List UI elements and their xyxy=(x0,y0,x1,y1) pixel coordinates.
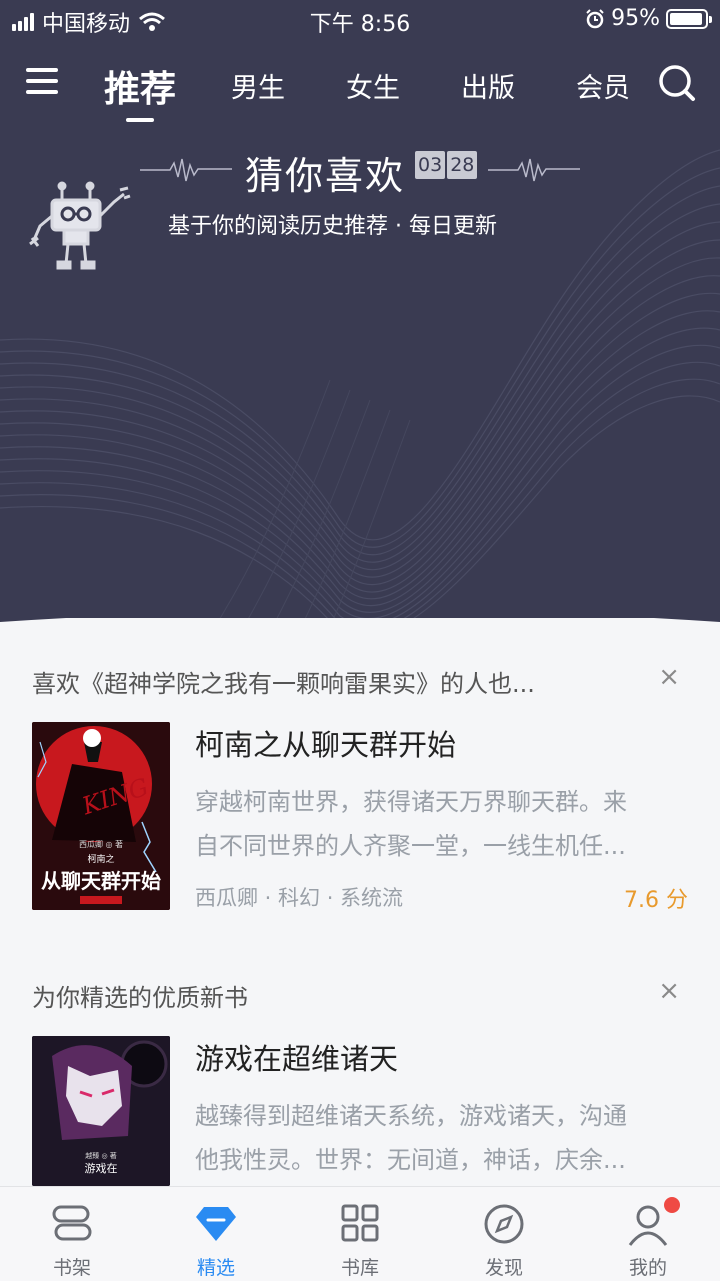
bottom-tab-bar: 书架 精选 书库 发现 我的 xyxy=(0,1186,720,1281)
guess-title: 猜你喜欢 xyxy=(245,154,406,198)
section-header: 喜欢《超神学院之我有一颗响雷果实》的人也... xyxy=(32,670,535,698)
book-description: 穿越柯南世界，获得诸天万界聊天群。来 自不同世界的人齐聚一堂，一线生机任... xyxy=(195,780,695,868)
guess-subtitle: 基于你的阅读历史推荐 · 每日更新 xyxy=(168,214,497,239)
date-month: 03 xyxy=(415,151,446,179)
book-title[interactable]: 柯南之从聊天群开始 xyxy=(195,722,456,764)
robot-mascot-icon xyxy=(29,181,131,270)
book-meta: 西瓜卿 · 科幻 · 系统流 xyxy=(195,886,404,910)
close-icon[interactable]: × xyxy=(658,976,680,1006)
svg-text:游戏在: 游戏在 xyxy=(85,1162,118,1175)
tab-publish[interactable]: 出版 xyxy=(461,66,515,105)
recommend-list: 喜欢《超神学院之我有一颗响雷果实》的人也... × KING 西瓜卿 ◎ 著 柯… xyxy=(0,618,720,1188)
person-icon xyxy=(628,1205,668,1246)
tab-me[interactable]: 我的 xyxy=(576,1187,720,1281)
cover-art-game: 越臻 ◎ 著 游戏在 xyxy=(32,1036,170,1186)
tab-label: 书架 xyxy=(52,1257,91,1279)
svg-text:柯南之: 柯南之 xyxy=(87,853,114,865)
svg-text:西瓜卿 ◎ 著: 西瓜卿 ◎ 著 xyxy=(79,839,123,849)
notification-badge xyxy=(664,1197,680,1213)
cover-art-kenan: KING 西瓜卿 ◎ 著 柯南之 从聊天群开始 xyxy=(32,722,170,910)
book-cover[interactable]: 越臻 ◎ 著 游戏在 xyxy=(32,1036,170,1186)
bookshelf-icon xyxy=(52,1205,92,1241)
tab-label: 发现 xyxy=(484,1257,523,1279)
compass-icon xyxy=(484,1204,524,1244)
status-bar: 中国移动 下午 8:56 95% xyxy=(0,0,720,40)
soundwave-right-icon xyxy=(488,158,580,182)
desc-line: 穿越柯南世界，获得诸天万界聊天群。来 xyxy=(195,788,627,816)
date-badge: 03 28 xyxy=(415,151,478,179)
desc-line: 越臻得到超维诸天系统，游戏诸天，沟通 xyxy=(195,1102,627,1130)
battery-icon xyxy=(666,8,712,29)
battery-percent: 95% xyxy=(611,6,660,31)
tab-female[interactable]: 女生 xyxy=(346,66,400,105)
diamond-icon xyxy=(196,1207,236,1241)
svg-text:从聊天群开始: 从聊天群开始 xyxy=(41,869,161,893)
book-score: 7.6 分 xyxy=(624,888,688,913)
top-nav: 推荐 男生 女生 出版 会员 xyxy=(0,52,720,112)
tab-label: 书库 xyxy=(340,1257,379,1279)
book-description: 越臻得到超维诸天系统，游戏诸天，沟通 他我性灵。世界：无间道，神话，庆余... xyxy=(195,1094,695,1182)
section-header: 为你精选的优质新书 xyxy=(32,984,248,1012)
desc-line: 自不同世界的人齐聚一堂，一线生机任... xyxy=(195,832,626,860)
hero-banner: 中国移动 下午 8:56 95% 推荐 男生 女生 出版 会员 猜你喜欢 03 … xyxy=(0,0,720,650)
tab-label: 我的 xyxy=(628,1257,667,1279)
tab-recommend[interactable]: 推荐 xyxy=(104,60,176,112)
search-icon[interactable] xyxy=(658,64,696,102)
book-cover[interactable]: KING 西瓜卿 ◎ 著 柯南之 从聊天群开始 xyxy=(32,722,170,910)
soundwave-left-icon xyxy=(140,158,232,182)
close-icon[interactable]: × xyxy=(658,662,680,692)
date-day: 28 xyxy=(447,151,478,179)
tab-label: 精选 xyxy=(196,1257,235,1279)
menu-icon[interactable] xyxy=(26,68,58,94)
tab-member[interactable]: 会员 xyxy=(576,66,630,105)
tab-library[interactable]: 书库 xyxy=(288,1187,432,1281)
book-title[interactable]: 游戏在超维诸天 xyxy=(195,1036,398,1078)
desc-line: 他我性灵。世界：无间道，神话，庆余... xyxy=(195,1146,626,1174)
tab-featured[interactable]: 精选 xyxy=(144,1187,288,1281)
grid-icon xyxy=(341,1204,379,1242)
tab-discover[interactable]: 发现 xyxy=(432,1187,576,1281)
alarm-icon xyxy=(586,8,604,28)
tab-male[interactable]: 男生 xyxy=(231,66,285,105)
svg-text:越臻 ◎ 著: 越臻 ◎ 著 xyxy=(85,1151,117,1160)
tab-bookshelf[interactable]: 书架 xyxy=(0,1187,144,1281)
